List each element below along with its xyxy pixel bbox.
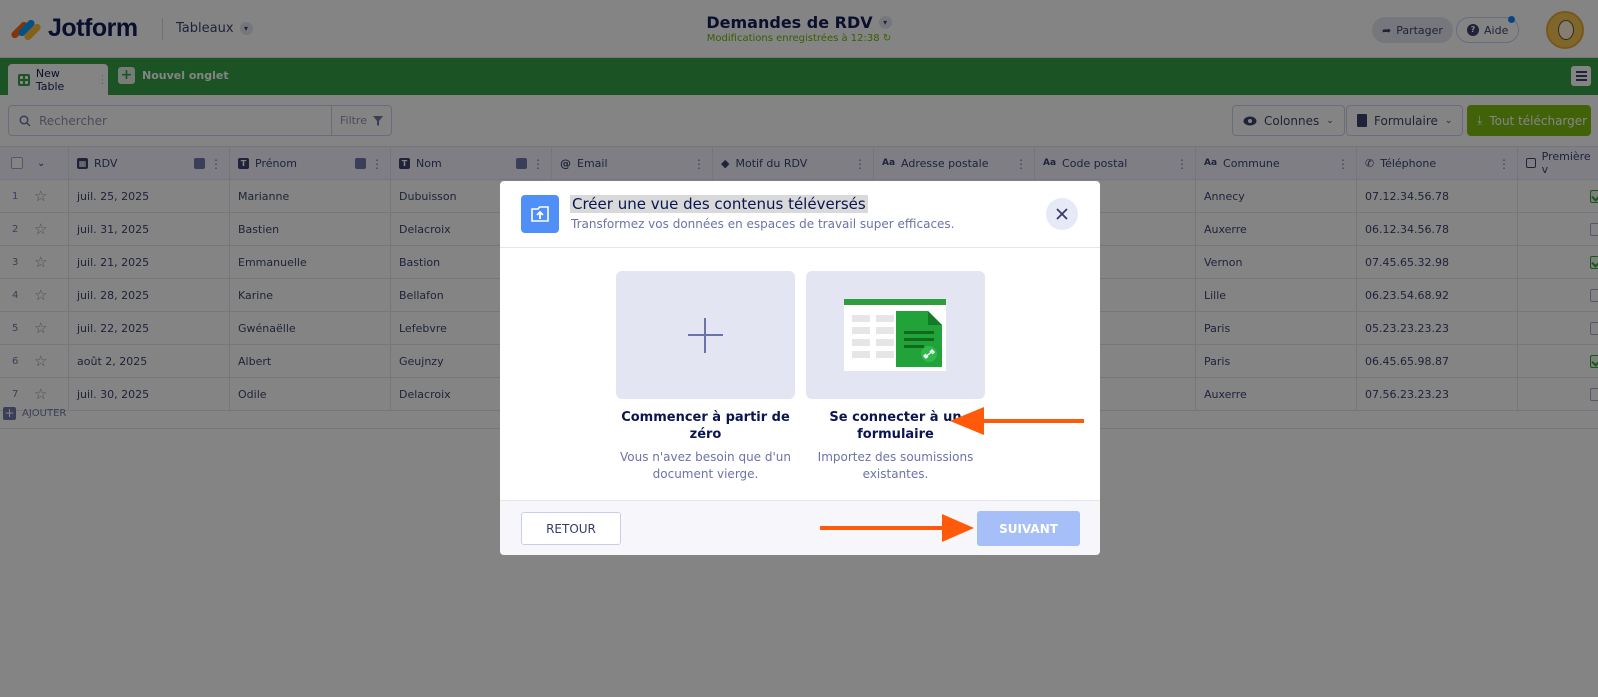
create-view-dialog: Créer une vue des contenus téléversés Tr… [500,181,1100,555]
jotform-tables-app: Jotform Tableaux ▾ Demandes de RDV ▾ Mod… [0,0,1598,697]
annotation-arrow-icon [820,514,974,542]
option-connect-form[interactable]: Se connecter à un formulaire Importez de… [806,271,985,483]
back-button[interactable]: RETOUR [521,512,621,545]
form-option-description: Importez des soumissions existantes. [817,450,974,481]
dialog-subtitle: Transformez vos données en espaces de tr… [571,217,955,231]
close-button[interactable] [1046,198,1078,230]
annotation-arrow-icon [950,407,1084,435]
form-option-card[interactable] [806,271,985,399]
upload-folder-icon [521,195,559,233]
spreadsheet-form-icon [844,299,946,371]
dialog-title: Créer une vue des contenus téléversés [570,195,868,213]
close-icon [1056,208,1068,220]
option-start-blank[interactable]: Commencer à partir de zéro Vous n'avez b… [616,271,795,483]
blank-option-title: Commencer à partir de zéro [621,410,790,442]
plus-icon [704,318,706,353]
dialog-header: Créer une vue des contenus téléversés Tr… [500,181,1100,248]
dialog-footer: RETOUR SUIVANT [500,500,1100,555]
next-button[interactable]: SUIVANT [977,511,1080,546]
blank-option-card[interactable] [616,271,795,399]
blank-option-description: Vous n'avez besoin que d'un document vie… [619,450,792,481]
